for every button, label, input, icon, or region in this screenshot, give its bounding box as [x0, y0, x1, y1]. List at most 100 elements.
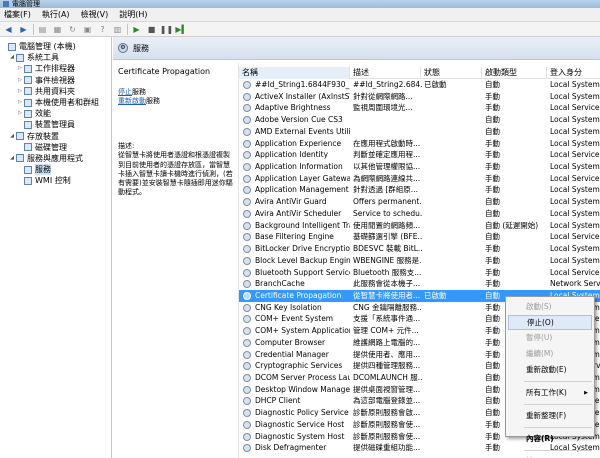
expand-arrow-icon[interactable]: ▷ [17, 63, 23, 74]
list-header: 名稱 描述 狀態 啟動類型 登入身分 [239, 67, 600, 79]
expand-arrow-icon[interactable]: ▷ [17, 97, 23, 108]
tree-node[interactable]: ▷ 效能 [0, 108, 111, 119]
export-icon[interactable]: ▣ [82, 24, 93, 34]
back-icon[interactable]: ◀ [3, 24, 14, 34]
menu-action[interactable]: 執行(A) [42, 9, 70, 20]
service-startup-type: 手動 [485, 138, 500, 148]
help-icon[interactable]: ? [97, 24, 108, 34]
expand-arrow-icon[interactable]: ▷ [17, 86, 23, 97]
service-description: ##Id_String2.684... [353, 80, 422, 89]
context-menu-item[interactable]: 重新整理(F) [506, 408, 594, 424]
table-row[interactable]: Application Identity 判斷並確定應用程... 手動 Local S… [239, 149, 600, 161]
service-description: CNG 金鑰隔離服務... [353, 302, 422, 312]
tree-node-label: 電腦管理 (本機) [19, 42, 76, 51]
tree-node[interactable]: ▷ 事件檢視器 [0, 75, 111, 86]
column-header-startup-type[interactable]: 啟動類型 [482, 67, 547, 79]
context-menu-item[interactable]: 重新啟動(E) [506, 362, 594, 378]
service-log-on-as: Local System [550, 80, 600, 89]
tree-node-label: 服務 [35, 164, 51, 176]
table-row[interactable]: BranchCache 此服務會從本機子... 手動 Network Service [239, 278, 600, 290]
context-menu-item[interactable]: 內容(R) [506, 431, 594, 447]
service-log-on-as: Local Service [550, 232, 600, 242]
context-menu-item[interactable]: 說明(H) [506, 454, 594, 458]
properties-icon[interactable]: ▥ [112, 24, 123, 34]
service-startup-type: 手動 [485, 255, 500, 265]
expand-arrow-icon[interactable]: ◢ [9, 131, 15, 142]
menu-file[interactable]: 檔案(F) [4, 9, 31, 20]
table-row[interactable]: AMD External Events Utility 自動 Local Syste… [239, 126, 600, 138]
service-status [424, 220, 482, 232]
menu-help[interactable]: 說明(H) [119, 9, 147, 20]
table-row[interactable]: Background Intelligent Tra...使用閒置的網路頻...… [239, 220, 600, 232]
table-row[interactable]: Base Filtering Engine 基礎篩選引擎 (BFE... 自動 Loc… [239, 231, 600, 243]
tree-node[interactable]: 服務 [0, 164, 111, 176]
table-row[interactable]: ##Id_String1.6844F930_16...##Id_String2.… [239, 79, 600, 91]
table-row[interactable]: Application Management 針對透過 [群組原... 手動 Loca… [239, 184, 600, 196]
tree-node[interactable]: WMI 控制 [0, 175, 111, 186]
table-row[interactable]: Application Experience 在應用程式啟動時... 手動 Local… [239, 138, 600, 150]
tree-node[interactable]: ◢ 系統工具 [0, 52, 111, 63]
tree-node[interactable]: ◢ 服務與應用程式 [0, 153, 111, 164]
tree-node[interactable]: 磁碟管理 [0, 142, 111, 153]
expand-arrow-icon[interactable]: ◢ [9, 153, 15, 164]
table-row[interactable]: Block Level Backup Engine ...WBENGINE 服務… [239, 255, 600, 267]
context-menu-item[interactable]: 停止(O) [508, 315, 592, 330]
tree-node[interactable]: ▷ 本機使用者和群組 [0, 97, 111, 108]
service-status [424, 255, 482, 267]
context-menu-item[interactable]: 所有工作(K) [506, 385, 594, 401]
column-header-status[interactable]: 狀態 [421, 67, 482, 79]
start-service-icon[interactable]: ▶ [131, 24, 142, 34]
folder-icon [24, 87, 32, 96]
service-startup-type: 手動 [485, 162, 500, 172]
table-row[interactable]: Application Layer Gateway ...為網際網路連線共...… [239, 173, 600, 185]
column-header-name[interactable]: 名稱 [239, 67, 350, 79]
folder-up-icon[interactable]: ▤ [37, 24, 48, 34]
column-header-log-on-as[interactable]: 登入身分 [547, 67, 600, 79]
restart-service-icon[interactable]: ▶▍ [175, 24, 187, 34]
column-header-description[interactable]: 描述 [350, 67, 421, 79]
tree-node-label: 裝置管理員 [35, 120, 75, 130]
stop-service-icon[interactable]: ■ [146, 24, 157, 34]
tree-node[interactable]: 電腦管理 (本機) [0, 41, 111, 52]
table-row[interactable]: ActiveX Installer (AxInstSV) 針對從網際網路... 手動… [239, 91, 600, 103]
table-row[interactable]: Adaptive Brightness 監視周圍環境光... 手動 Local Ser… [239, 102, 600, 114]
apps-icon [16, 154, 24, 163]
service-description: 從智慧卡將使用者... [353, 290, 421, 300]
table-row[interactable]: BitLocker Drive Encryption ...BDESVC 裝載 … [239, 243, 600, 255]
service-name: ##Id_String1.6844F930_16... [255, 80, 350, 89]
service-gear-icon [243, 444, 251, 453]
forward-icon[interactable]: ▶ [18, 24, 29, 34]
service-status [424, 114, 482, 126]
service-name: COM+ Event System [255, 314, 334, 324]
tree-node[interactable]: 裝置管理員 [0, 119, 111, 130]
table-row[interactable]: Avira AntiVir Guard Offers permanent... 自動… [239, 196, 600, 208]
tree-node[interactable]: ▷ 共用資料夾 [0, 86, 111, 97]
expand-arrow-icon[interactable]: ▷ [17, 108, 23, 119]
table-row[interactable]: Adobe Version Cue CS3 自動 Local System [239, 114, 600, 126]
service-status: 已啟動 [424, 290, 447, 300]
table-row[interactable]: Bluetooth Support Service Bluetooth 服務支..… [239, 267, 600, 279]
table-row[interactable]: Application Information 以其他管理權限協... 手動 Loca… [239, 161, 600, 173]
table-row[interactable]: Avira AntiVir Scheduler Service to schedu… [239, 208, 600, 220]
pause-service-icon[interactable]: ❚❚ [160, 24, 173, 34]
menu-view[interactable]: 檢視(V) [81, 9, 109, 20]
service-log-on-as: Local System [550, 244, 600, 254]
tree-node[interactable]: ▷ 工作排程器 [0, 63, 111, 74]
service-gear-icon [243, 198, 251, 207]
expand-arrow-icon[interactable]: ▷ [17, 75, 23, 86]
toolbar-separator [127, 23, 128, 35]
service-description: 提供桌面視窗管理... [353, 384, 421, 394]
expand-arrow-icon[interactable]: ◢ [9, 52, 15, 63]
show-hide-tree-icon[interactable]: ▦ [52, 24, 63, 34]
refresh-icon[interactable]: ↻ [67, 24, 78, 34]
tree-node[interactable]: ◢ 存放裝置 [0, 131, 111, 142]
service-gear-icon [243, 409, 251, 418]
service-log-on-as: Network Service [550, 279, 600, 289]
restart-service-link[interactable]: 重新啟動 [118, 97, 146, 105]
service-status [424, 407, 482, 419]
toolbar: ◀ ▶ ▤ ▦ ↻ ▣ ? ▥ ▶ ■ ❚❚ ▶▍ [0, 22, 600, 37]
service-log-on-as: Local Service [550, 173, 600, 183]
service-name: Computer Browser [255, 337, 326, 347]
stop-service-link[interactable]: 停止 [118, 88, 132, 96]
gear-icon [24, 165, 32, 174]
